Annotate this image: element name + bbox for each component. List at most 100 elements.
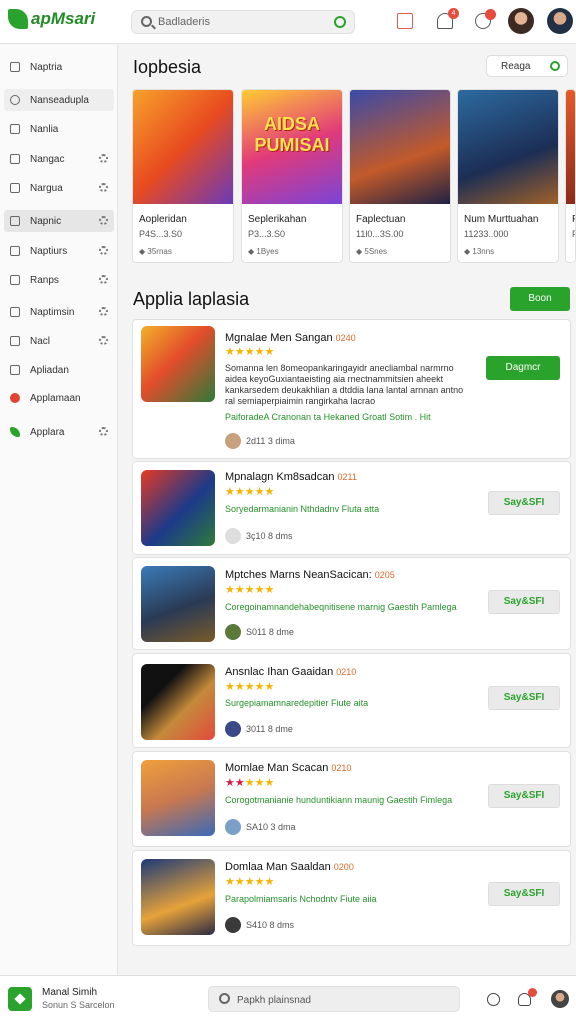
app-card[interactable]: Ansnlac Ihan Gaaidan 0210 ★★★★★ Surgepiam… <box>132 653 571 748</box>
app-card[interactable]: Mptches Marns NeanSacican: 0205 ★★★★★ Cor… <box>132 557 571 650</box>
app-icon <box>141 664 215 740</box>
sidebar-item-nacl[interactable]: Nacl <box>4 330 114 352</box>
calendar-icon[interactable] <box>397 13 413 29</box>
sidebar-item-label: Naptria <box>30 61 63 73</box>
app-tagline: Coregoinamnandehabeqnitisene marnig Gaes… <box>225 602 457 612</box>
card-meta: ◆ 5Snes <box>356 247 388 256</box>
sidebar-item-label: Nangac <box>30 153 65 165</box>
chart-icon <box>10 154 20 164</box>
clock-icon[interactable] <box>487 993 500 1006</box>
app-score: 0205 <box>374 570 395 580</box>
sidebar-item-search[interactable]: Nanseadupla <box>4 89 114 111</box>
app-meta: S410 8 dms <box>225 917 294 933</box>
sidebar-item-label: Naptimsin <box>30 306 75 318</box>
sort-select[interactable]: Reaga <box>486 55 568 77</box>
box-icon <box>10 246 20 256</box>
app-name: Momlae Man Scacan 0210 <box>225 762 352 774</box>
avatar <box>225 819 241 835</box>
card-price: 11l0...3S.00 <box>356 229 404 239</box>
app-tagline: PaiforadeA Cranonan ta Hekaned Groatl So… <box>225 412 431 422</box>
avatar <box>225 624 241 640</box>
sidebar-item-nangac[interactable]: Nangac <box>4 148 114 170</box>
featured-card[interactable]: Aopleridan P4S...3.S0 ◆ 35rnas <box>132 89 234 263</box>
card-title: Faplectuan <box>356 214 406 225</box>
game-thumbnail <box>458 90 558 204</box>
sidebar-item-napnic[interactable]: Napnic <box>4 210 114 232</box>
featured-card-partial[interactable]: P P <box>565 89 576 263</box>
sidebar-item-apliadan[interactable]: Apliadan <box>4 359 114 381</box>
app-meta: 2d11 3 dima <box>225 433 295 449</box>
profile-avatar[interactable] <box>551 990 569 1008</box>
app-action-button[interactable]: Say&SFI <box>488 882 560 906</box>
app-action-button[interactable]: Dagmcr <box>486 356 560 380</box>
sidebar-item-naptiurs[interactable]: Naptiurs <box>4 240 114 262</box>
app-action-button[interactable]: Say&SFI <box>488 491 560 515</box>
trend-icon <box>10 183 20 193</box>
app-name: Mptches Marns NeanSacican: 0205 <box>225 569 395 581</box>
search-bar[interactable] <box>131 10 355 34</box>
bottom-search-input[interactable] <box>237 991 447 1009</box>
sidebar-item-label: Nargua <box>30 182 63 194</box>
sidebar-item-ranps[interactable]: Ranps <box>4 269 114 291</box>
star-rating: ★★★★★ <box>225 346 275 358</box>
app-action-button[interactable]: Say&SFI <box>488 590 560 614</box>
card-meta: ◆ 35rnas <box>139 247 172 256</box>
gear-icon[interactable] <box>99 427 108 436</box>
check-icon <box>10 307 20 317</box>
toggle-icon <box>550 61 560 71</box>
app-name: Domlaa Man Saaldan 0200 <box>225 861 354 873</box>
gear-icon[interactable] <box>99 154 108 163</box>
sidebar-item-label: Applamaan <box>30 392 81 404</box>
search-input[interactable] <box>158 13 328 31</box>
sidebar-item-applara[interactable]: Applara <box>4 421 114 443</box>
voice-search-icon[interactable] <box>334 16 346 28</box>
bottom-bar: Manal Simih Sonun S Sarcelon <box>0 975 576 1024</box>
sidebar-item-label: Nanseadupla <box>30 94 89 106</box>
card-title: Aopleridan <box>139 214 187 225</box>
app-action-button[interactable]: Say&SFI <box>488 784 560 808</box>
gear-icon[interactable] <box>99 246 108 255</box>
sidebar-item-nanlia[interactable]: Nanlia <box>4 118 114 140</box>
game-thumbnail: AIDSA PUMISAI <box>242 90 342 204</box>
app-meta: SA10 3 dma <box>225 819 296 835</box>
app-meta: 3ç10 8 dms <box>225 528 293 544</box>
featured-card[interactable]: Faplectuan 11l0...3S.00 ◆ 5Snes <box>349 89 451 263</box>
gear-icon[interactable] <box>99 183 108 192</box>
sidebar-item-label: Applara <box>30 426 65 438</box>
app-action-button[interactable]: Say&SFI <box>488 686 560 710</box>
app-card[interactable]: Domlaa Man Saaldan 0200 ★★★★★ Parapolmiam… <box>132 850 571 946</box>
app-logo-icon[interactable] <box>8 987 32 1011</box>
sidebar-item-applamaan[interactable]: Applamaan <box>4 387 114 409</box>
boon-button[interactable]: Boon <box>510 287 570 311</box>
gear-icon[interactable] <box>99 336 108 345</box>
green-leaf-icon <box>10 427 20 437</box>
app-tagline: Surgepiamamnaredepitier Fiute aita <box>225 698 369 708</box>
avatar[interactable] <box>508 8 534 34</box>
profile-avatar[interactable] <box>547 8 573 34</box>
avatar <box>225 528 241 544</box>
app-score: 0210 <box>331 763 352 773</box>
sidebar-item-nargua[interactable]: Nargua <box>4 177 114 199</box>
avatar <box>225 433 241 449</box>
app-card[interactable]: Momlae Man Scacan 0210 ★★★★★ Corogotmania… <box>132 751 571 847</box>
gear-icon[interactable] <box>99 307 108 316</box>
search-icon <box>219 993 230 1004</box>
star-rating: ★★★★★ <box>225 777 275 789</box>
sort-select-label: Reaga <box>501 61 531 72</box>
sidebar-item-naptimsin[interactable]: Naptimsin <box>4 301 114 323</box>
user-name: Manal Simih <box>42 987 98 998</box>
featured-card[interactable]: AIDSA PUMISAI Seplerikahan P3...3.S0 ◆ 1… <box>241 89 343 263</box>
gear-icon[interactable] <box>99 216 108 225</box>
card-meta: ◆ 1Byes <box>248 247 279 256</box>
thumbnail-title: AIDSA PUMISAI <box>254 114 330 155</box>
featured-card[interactable]: Num Murttuahan 11233..000 ◆ 13nns <box>457 89 559 263</box>
app-tagline: Soryedarmanianin Nthdadnv Fluta atta <box>225 504 380 514</box>
app-card[interactable]: Mpnalagn Km8sadcan 0211 ★★★★★ Soryedarman… <box>132 461 571 555</box>
bottom-search-bar[interactable] <box>208 986 460 1012</box>
app-card[interactable]: Mgnalae Men Sangan 0240 ★★★★★ Somanna len… <box>132 319 571 459</box>
app-score: 0200 <box>333 862 354 872</box>
app-description: Somanna len 8omeopankaringayidr anecliam… <box>225 363 464 406</box>
sidebar-item-naptria[interactable]: Naptria <box>4 56 114 78</box>
logo[interactable]: apMsari <box>8 9 95 29</box>
gear-icon[interactable] <box>99 275 108 284</box>
